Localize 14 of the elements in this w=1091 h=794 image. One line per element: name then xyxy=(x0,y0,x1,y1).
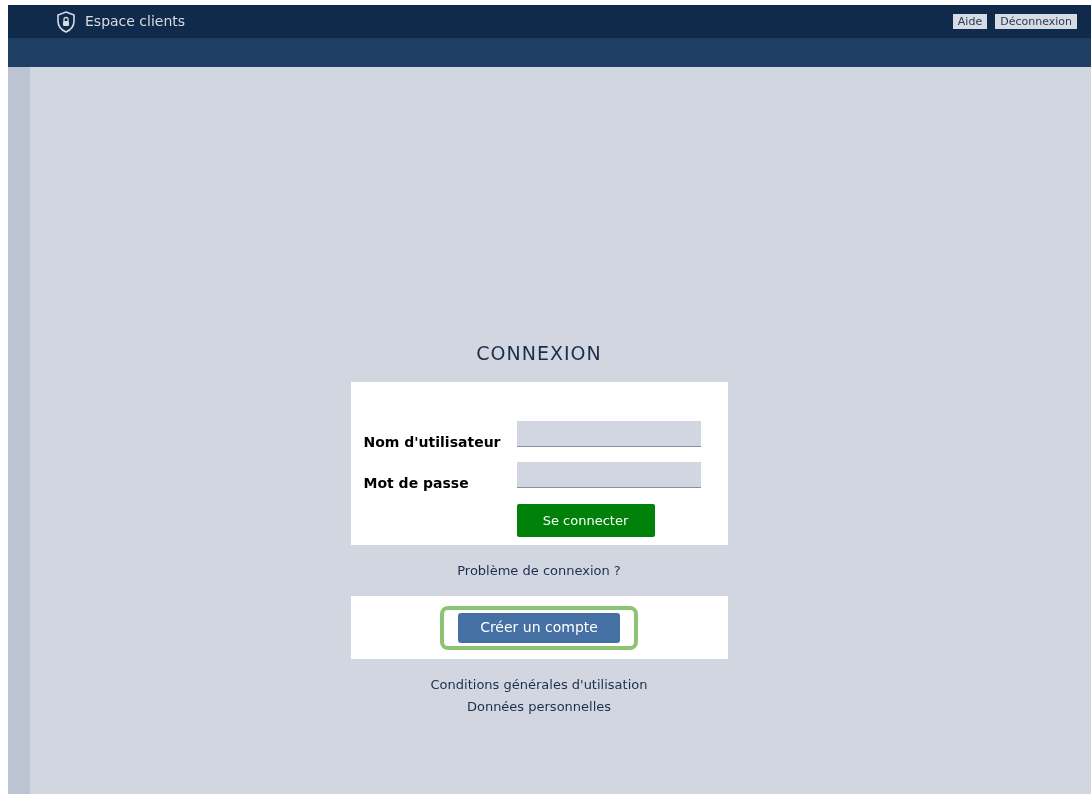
help-link[interactable]: Problème de connexion ? xyxy=(457,560,621,581)
login-title: CONNEXION xyxy=(476,341,602,367)
login-button[interactable]: Se connecter xyxy=(516,504,655,537)
create-account-button[interactable]: Créer un compte xyxy=(458,612,620,643)
input-field[interactable] xyxy=(516,462,701,488)
shield-lock-icon xyxy=(56,10,76,33)
input-field[interactable] xyxy=(516,421,701,447)
field-label: Nom d'utilisateur xyxy=(363,433,502,452)
app-title: Espace clients xyxy=(85,12,186,31)
header-button[interactable]: Aide xyxy=(952,14,988,29)
footer-link[interactable]: Conditions générales d'utilisation xyxy=(430,675,648,695)
footer-link[interactable]: Données personnelles xyxy=(466,696,612,716)
field-label: Mot de passe xyxy=(363,474,470,493)
header-button[interactable]: Déconnexion xyxy=(995,14,1077,29)
